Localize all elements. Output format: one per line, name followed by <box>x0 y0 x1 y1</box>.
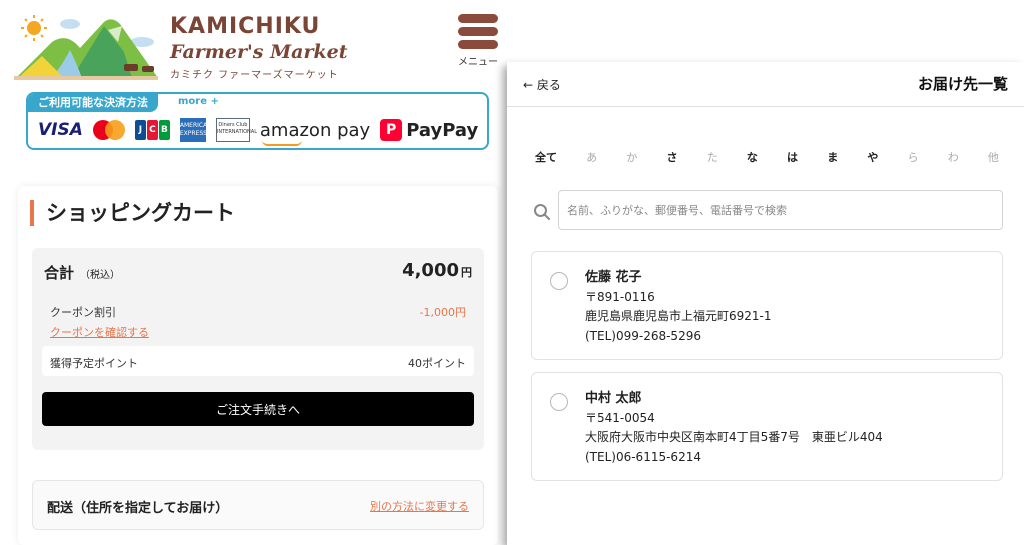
address-search-input[interactable] <box>558 190 1003 230</box>
delivery-title: 配送（住所を指定してお届け） <box>47 501 229 516</box>
recipient-name: 佐藤 花子 <box>585 270 642 285</box>
mastercard-logo <box>92 120 125 140</box>
menu-icon <box>455 14 501 49</box>
kana-filter-tab[interactable]: あ <box>586 149 597 165</box>
kana-filter-tab[interactable]: わ <box>948 149 959 165</box>
diners-logo: Diners Club INTERNATIONAL <box>215 118 257 142</box>
points-label: 獲得予定ポイント <box>50 357 138 370</box>
kana-filter-tab[interactable]: か <box>626 149 637 165</box>
coupon-label: クーポン割引 <box>50 306 116 319</box>
brand-name[interactable]: KAMICHIKU Farmer's Market カミチク ファーマーズマーケ… <box>170 14 348 81</box>
phone-number: (TEL)06-6115-6214 <box>585 449 701 464</box>
visa-logo: VISA <box>38 120 83 140</box>
tax-note: （税込） <box>80 270 121 281</box>
payment-logos: VISA J C B AMERICAN EXPRESS Diners Club … <box>38 116 478 146</box>
postal-code: 〒541-0054 <box>585 410 655 425</box>
kana-filter-bar: 全て あ か さ た な は ま や ら わ 他 <box>535 149 999 165</box>
points-row: 獲得予定ポイント 40ポイント <box>42 346 474 376</box>
search-icon <box>534 204 550 220</box>
kana-filter-tab[interactable]: ら <box>908 149 919 165</box>
coupon-value: -1,000円 <box>419 306 466 319</box>
brand-line1: KAMICHIKU <box>170 14 321 39</box>
street-address: 鹿児島県鹿児島市上福元町6921-1 <box>585 309 772 323</box>
panel-header: ← 戻る お届け先一覧 <box>507 62 1024 107</box>
change-delivery-link[interactable]: 別の方法に変更する <box>370 498 469 514</box>
kana-filter-tab[interactable]: は <box>787 149 798 165</box>
total-label: 合計 （税込） <box>44 264 121 282</box>
checkout-button[interactable]: ご注文手続きへ <box>42 392 474 426</box>
kana-filter-tab[interactable]: 他 <box>988 149 999 165</box>
total-amount: 4,000 円 <box>402 260 472 281</box>
brand-kana: カミチク ファーマーズマーケット <box>170 70 339 81</box>
order-summary: 合計 （税込） 4,000 円 クーポン割引 -1,000円 クーポンを確認する 獲… <box>32 248 484 450</box>
recipient-name: 中村 太郎 <box>585 391 642 406</box>
shopping-cart-card: ショッピングカート 合計 （税込） 4,000 円 クーポン割引 -1,000円 ク… <box>18 186 498 545</box>
panel-title: お届け先一覧 <box>917 75 1008 93</box>
street-address: 大阪府大阪市中央区南本町4丁目5番7号 東亜ビル404 <box>585 430 883 444</box>
postal-code: 〒891-0116 <box>585 289 655 304</box>
address-card[interactable]: 佐藤 花子 〒891-0116 鹿児島県鹿児島市上福元町6921-1 (TEL)… <box>531 251 1003 360</box>
brand-line2: Farmer's Market <box>170 41 348 63</box>
check-coupon-link[interactable]: クーポンを確認する <box>50 324 149 340</box>
amazon-pay-logo: amazon pay <box>260 120 370 146</box>
delivery-method: 配送（住所を指定してお届け） 別の方法に変更する <box>32 480 484 530</box>
amex-logo: AMERICAN EXPRESS <box>179 118 212 142</box>
address-list-panel: ← 戻る お届け先一覧 全て あ か さ た な は ま や ら わ 他 佐藤 花子 〒891-011… <box>507 62 1024 545</box>
menu-button[interactable]: メニュー <box>455 14 501 68</box>
paypay-logo: P PayPay <box>380 119 478 141</box>
kana-filter-tab[interactable]: ま <box>827 149 838 165</box>
kana-filter-tab[interactable]: や <box>867 149 878 165</box>
payment-more-link[interactable]: more + <box>178 96 219 107</box>
radio-icon[interactable] <box>550 393 568 411</box>
address-details: 中村 太郎 〒541-0054 大阪府大阪市中央区南本町4丁目5番7号 東亜ビル… <box>585 389 883 467</box>
store-page: KAMICHIKU Farmer's Market カミチク ファーマーズマーケ… <box>0 0 500 545</box>
payment-methods-banner[interactable]: ご利用可能な決済方法 more + VISA J C B AMERICAN EX… <box>26 92 489 150</box>
payment-heading: ご利用可能な決済方法 <box>28 94 158 112</box>
back-button[interactable]: ← 戻る <box>523 76 561 93</box>
address-details: 佐藤 花子 〒891-0116 鹿児島県鹿児島市上福元町6921-1 (TEL)… <box>585 268 772 346</box>
radio-icon[interactable] <box>550 272 568 290</box>
address-card[interactable]: 中村 太郎 〒541-0054 大阪府大阪市中央区南本町4丁目5番7号 東亜ビル… <box>531 372 1003 481</box>
cart-title: ショッピングカート <box>30 200 235 226</box>
phone-number: (TEL)099-268-5296 <box>585 328 701 343</box>
kana-filter-tab[interactable]: な <box>747 149 758 165</box>
menu-label: メニュー <box>458 57 498 68</box>
kana-filter-tab[interactable]: 全て <box>535 149 557 165</box>
kana-filter-tab[interactable]: た <box>707 149 718 165</box>
jcb-logo: J C B <box>134 120 170 140</box>
points-value: 40ポイント <box>408 357 466 370</box>
kana-filter-tab[interactable]: さ <box>667 149 678 165</box>
logo-illustration[interactable] <box>12 12 160 82</box>
